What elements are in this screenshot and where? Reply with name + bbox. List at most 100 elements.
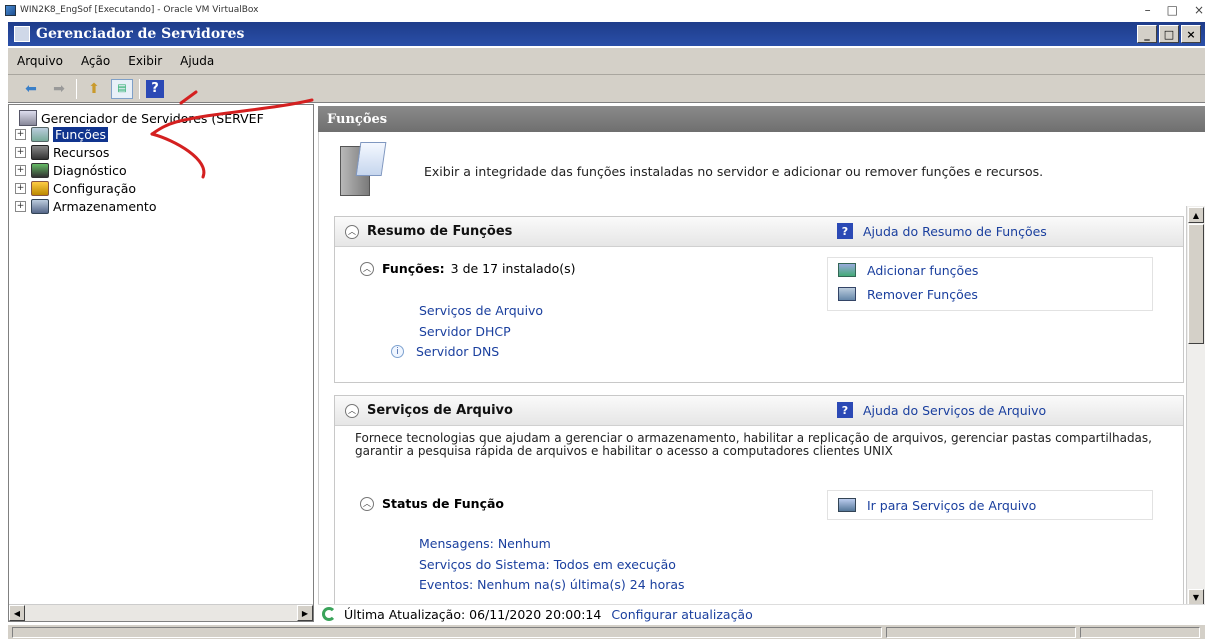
roles-count: 3 de 17 instalado(s) [450,261,576,276]
scroll-thumb[interactable] [1188,224,1204,344]
role-link-dhcp[interactable]: Servidor DHCP [419,324,511,339]
minimize-button[interactable]: _ [1137,25,1157,43]
role-link-file-services[interactable]: Serviços de Arquivo [419,303,543,318]
console-tree: Gerenciador de Servidores (SERVEF + Funç… [8,104,314,622]
roles-actions: Adicionar funções Remover Funções [827,257,1153,311]
add-roles-icon [838,263,856,277]
server-manager-icon [14,26,30,42]
features-icon [31,145,49,160]
add-roles-label: Adicionar funções [867,262,979,278]
goto-icon [838,498,856,512]
expand-icon[interactable]: + [15,201,26,212]
file-services-actions: Ir para Serviços de Arquivo [827,490,1153,520]
scroll-up-icon[interactable]: ▲ [1188,207,1204,223]
toolbar-separator [76,78,77,99]
info-icon: i [391,345,404,358]
host-close-button[interactable]: × [1194,3,1204,17]
tree-item-label: Recursos [53,145,110,160]
menu-ajuda[interactable]: Ajuda [171,54,223,68]
file-services-section: ︿ Serviços de Arquivo ? Ajuda do Serviço… [334,395,1184,606]
close-button[interactable]: × [1181,25,1201,43]
expand-icon[interactable]: + [15,183,26,194]
scroll-right-icon[interactable]: ▶ [297,605,313,621]
remove-roles-link[interactable]: Remover Funções [828,282,1152,306]
file-services-description: Fornece tecnologias que ajudam a gerenci… [355,431,1152,458]
help-icon: ? [837,402,853,418]
status-bar [8,624,1205,639]
menu-exibir[interactable]: Exibir [119,54,171,68]
expand-icon[interactable]: + [15,147,26,158]
tree-item-configuracao[interactable]: + Configuração [15,181,136,196]
system-services-link[interactable]: Serviços do Sistema: Todos em execução [419,557,676,572]
up-folder-icon[interactable]: ⬆ [83,79,105,99]
section-header: ︿ Resumo de Funções ? Ajuda do Resumo de… [335,217,1183,247]
forward-arrow-icon[interactable]: ➡ [48,79,70,99]
collapse-icon[interactable]: ︿ [345,403,359,418]
expand-icon[interactable]: + [15,165,26,176]
goto-file-services-link[interactable]: Ir para Serviços de Arquivo [828,491,1152,519]
section-header: ︿ Serviços de Arquivo ? Ajuda do Serviço… [335,396,1183,426]
intro-text: Exibir a integridade das funções instala… [424,163,1044,179]
last-update-text: Última Atualização: 06/11/2020 20:00:14 [344,606,602,622]
remove-roles-label: Remover Funções [867,286,978,302]
intro-banner: Exibir a integridade das funções instala… [334,141,1184,201]
storage-icon [31,199,49,214]
maximize-button[interactable]: □ [1159,25,1179,43]
expand-icon[interactable]: + [15,129,26,140]
diagnostics-icon [31,163,49,178]
events-link[interactable]: Eventos: Nenhum na(s) última(s) 24 horas [419,577,685,592]
collapse-icon[interactable]: ︿ [345,224,359,239]
scroll-left-icon[interactable]: ◀ [9,605,25,621]
tree-root[interactable]: Gerenciador de Servidores (SERVEF [19,110,264,126]
menu-acao[interactable]: Ação [72,54,119,68]
tree-horizontal-scrollbar[interactable]: ◀ ▶ [9,604,313,621]
role-link-label: Servidor DNS [416,344,500,359]
role-link-dns[interactable]: i Servidor DNS [391,344,499,359]
roles-subheader: ︿ Funções: 3 de 17 instalado(s) [360,261,576,276]
show-hide-tree-icon[interactable]: ▤ [111,78,133,99]
role-status-title: Status de Função [382,496,505,511]
server-roles-icon [334,142,387,200]
configure-refresh-link[interactable]: Configurar atualização [611,607,752,622]
collapse-icon[interactable]: ︿ [360,261,374,276]
file-services-help-link[interactable]: ? Ajuda do Serviços de Arquivo [837,402,1046,418]
back-arrow-icon[interactable]: ⬅ [20,79,42,99]
section-title: Resumo de Funções [367,224,513,239]
virtualbox-icon [5,4,16,16]
goto-label: Ir para Serviços de Arquivo [867,497,1037,513]
add-roles-link[interactable]: Adicionar funções [828,258,1152,282]
roles-label: Funções: [382,261,445,276]
tree-item-funcoes[interactable]: + Funções [15,127,109,142]
window-title-bar: Gerenciador de Servidores _ □ × [8,22,1205,46]
collapse-icon[interactable]: ︿ [360,496,374,511]
role-status-subheader: ︿ Status de Função [360,496,510,511]
tree-item-label: Armazenamento [53,199,157,214]
tree-root-label: Gerenciador de Servidores (SERVEF [41,110,264,126]
host-maximize-button[interactable]: □ [1167,3,1178,17]
host-minimize-button[interactable]: – [1145,3,1151,17]
roles-icon [31,127,49,142]
help-link-label: Ajuda do Resumo de Funções [863,223,1047,239]
tree-item-recursos[interactable]: + Recursos [15,145,109,160]
configuration-icon [31,181,49,196]
tree-item-label: Configuração [53,181,137,196]
tree-item-armazenamento[interactable]: + Armazenamento [15,199,156,214]
tree-item-label: Diagnóstico [53,163,127,178]
toolbar-separator [139,78,140,99]
refresh-icon[interactable] [322,607,336,621]
roles-summary-section: ︿ Resumo de Funções ? Ajuda do Resumo de… [334,216,1184,383]
window-title: Gerenciador de Servidores [36,26,245,42]
section-title: Serviços de Arquivo [367,403,513,418]
toolbar: ⬅ ➡ ⬆ ▤ ? [8,75,1205,103]
messages-link[interactable]: Mensagens: Nenhum [419,536,551,551]
roles-summary-help-link[interactable]: ? Ajuda do Resumo de Funções [837,223,1047,239]
scroll-down-icon[interactable]: ▼ [1188,589,1204,605]
host-title-bar: WIN2K8_EngSof [Executando] - Oracle VM V… [0,0,1210,20]
help-icon: ? [837,223,853,239]
menu-arquivo[interactable]: Arquivo [8,54,72,68]
refresh-footer: Última Atualização: 06/11/2020 20:00:14 … [318,604,1205,623]
details-vertical-scrollbar[interactable]: ▲ ▼ [1186,206,1205,606]
help-icon[interactable]: ? [146,79,164,98]
menu-bar: Arquivo Ação Exibir Ajuda [8,48,1205,75]
tree-item-diagnostico[interactable]: + Diagnóstico [15,163,127,178]
